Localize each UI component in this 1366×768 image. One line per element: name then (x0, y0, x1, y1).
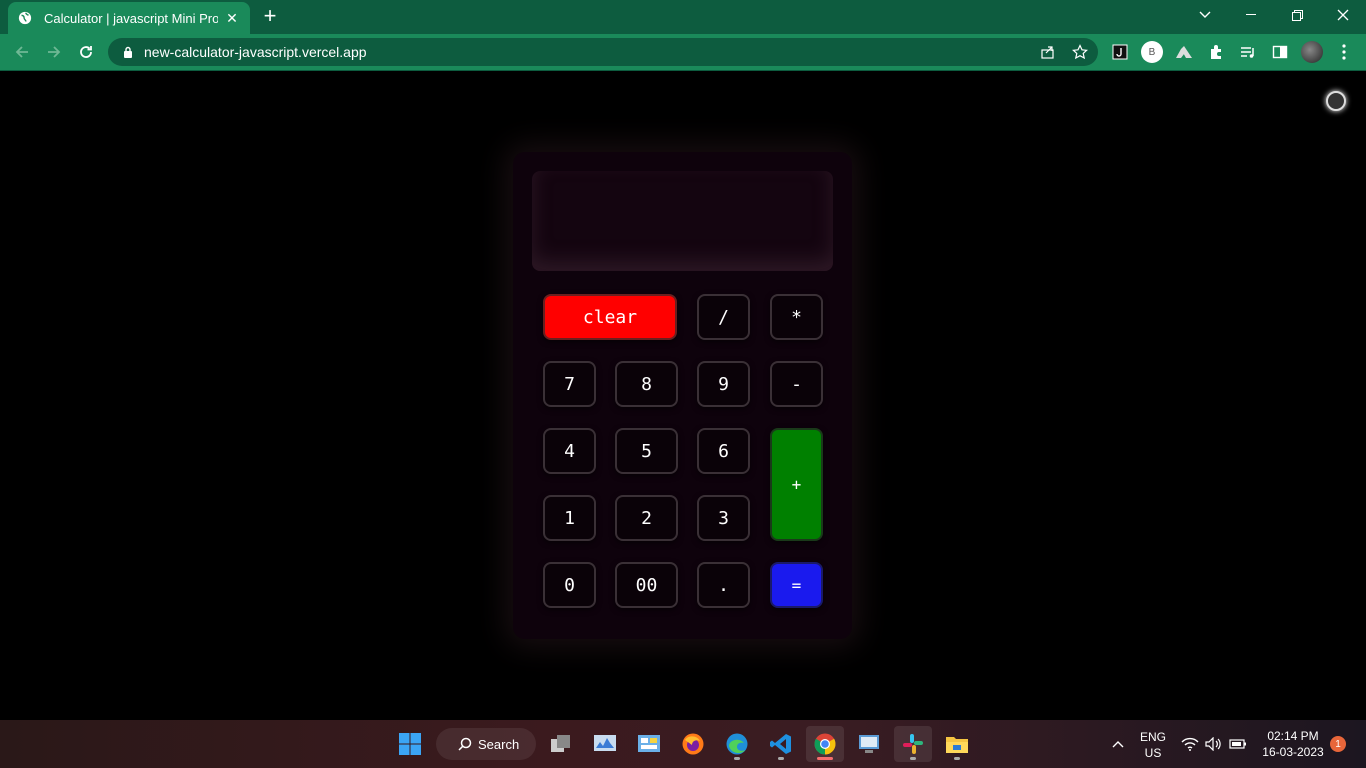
minimize-button[interactable] (1228, 0, 1274, 30)
clock-date[interactable]: 16-03-2023 (1258, 745, 1328, 759)
language-top[interactable]: ENG (1136, 730, 1170, 744)
calculator: clear / * 7 8 9 - 4 5 6 + 1 2 3 0 00 . = (513, 152, 852, 639)
key-00-button[interactable]: 00 (615, 562, 678, 608)
taskbar: Search ENG US 02:14 PM 16-03-2023 (0, 720, 1366, 768)
minus-button[interactable]: - (770, 361, 823, 407)
extension-j-icon[interactable] (1108, 40, 1132, 64)
key-6-button[interactable]: 6 (697, 428, 750, 474)
search-icon (458, 737, 472, 751)
firefox-icon[interactable] (674, 726, 712, 762)
decimal-button[interactable]: . (697, 562, 750, 608)
new-tab-button[interactable]: + (260, 5, 280, 27)
edge-icon[interactable] (718, 726, 756, 762)
drive-extension-icon[interactable] (1172, 40, 1196, 64)
key-3-button[interactable]: 3 (697, 495, 750, 541)
tab-title: Calculator | javascript Mini Projec (44, 10, 218, 26)
user-avatar[interactable] (1300, 40, 1324, 64)
volume-icon[interactable] (1204, 726, 1224, 762)
url-text: new-calculator-javascript.vercel.app (144, 44, 367, 60)
browser-tab-active[interactable]: Calculator | javascript Mini Projec ✕ (8, 2, 250, 34)
tab-close-icon[interactable]: ✕ (224, 10, 240, 27)
key-1-button[interactable]: 1 (543, 495, 596, 541)
battery-icon[interactable] (1228, 726, 1248, 762)
globe-icon (18, 11, 32, 25)
notification-badge[interactable]: 1 (1330, 736, 1346, 752)
key-7-button[interactable]: 7 (543, 361, 596, 407)
vscode-icon[interactable] (762, 726, 800, 762)
media-queue-icon[interactable] (1236, 40, 1260, 64)
wifi-icon[interactable] (1180, 726, 1200, 762)
chevron-up-icon[interactable] (1100, 726, 1136, 762)
profile-extension-icon[interactable]: B (1140, 40, 1164, 64)
language-bottom[interactable]: US (1136, 746, 1170, 760)
bookmark-star-icon[interactable] (1068, 40, 1092, 64)
chrome-icon[interactable] (806, 726, 844, 762)
reload-icon[interactable] (74, 40, 98, 64)
divide-button[interactable]: / (697, 294, 750, 340)
calculator-display (532, 171, 833, 271)
clock-time[interactable]: 02:14 PM (1258, 729, 1328, 743)
slack-icon[interactable] (894, 726, 932, 762)
lock-icon (124, 46, 132, 58)
control-panel-icon[interactable] (630, 726, 668, 762)
browser-toolbar: new-calculator-javascript.vercel.app B (0, 34, 1366, 71)
restore-button[interactable] (1274, 0, 1320, 30)
file-explorer-icon[interactable] (938, 726, 976, 762)
close-window-button[interactable] (1320, 0, 1366, 30)
browser-tab-strip: Calculator | javascript Mini Projec ✕ + (0, 0, 1366, 34)
key-8-button[interactable]: 8 (615, 361, 678, 407)
multiply-button[interactable]: * (770, 294, 823, 340)
side-panel-icon[interactable] (1268, 40, 1292, 64)
address-bar[interactable]: new-calculator-javascript.vercel.app (108, 38, 1098, 66)
search-label: Search (478, 736, 520, 752)
back-arrow-icon[interactable] (10, 40, 34, 64)
remote-desktop-icon[interactable] (850, 726, 888, 762)
menu-kebab-icon[interactable] (1332, 40, 1356, 64)
key-0-button[interactable]: 0 (543, 562, 596, 608)
share-icon[interactable] (1036, 40, 1060, 64)
equals-button[interactable]: = (770, 562, 823, 608)
plus-button[interactable]: + (770, 428, 823, 541)
clear-button[interactable]: clear (543, 294, 677, 340)
forward-arrow-icon[interactable] (42, 40, 66, 64)
monitor-app-icon[interactable] (586, 726, 624, 762)
key-5-button[interactable]: 5 (615, 428, 678, 474)
cursor-ring-icon (1326, 91, 1346, 111)
taskbar-search[interactable]: Search (436, 728, 536, 760)
key-4-button[interactable]: 4 (543, 428, 596, 474)
page-content: clear / * 7 8 9 - 4 5 6 + 1 2 3 0 00 . = (0, 71, 1366, 720)
key-9-button[interactable]: 9 (697, 361, 750, 407)
start-windows-icon[interactable] (391, 726, 429, 762)
task-view-icon[interactable] (542, 726, 580, 762)
tab-search-chevron-icon[interactable] (1182, 0, 1228, 30)
key-2-button[interactable]: 2 (615, 495, 678, 541)
extensions-puzzle-icon[interactable] (1204, 40, 1228, 64)
